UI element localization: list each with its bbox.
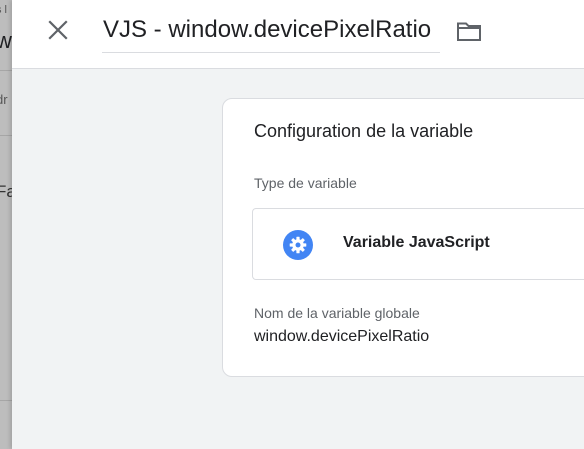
screen: s l w dr Fa VJS - window.devicePixelRati…: [0, 0, 584, 449]
variable-configuration-card: Configuration de la variable Type de var…: [222, 98, 584, 377]
global-variable-label: Nom de la variable globale: [254, 305, 420, 321]
card-title: Configuration de la variable: [254, 121, 474, 141]
panel-header: VJS - window.devicePixelRatio: [12, 0, 584, 69]
background-text: Fa: [0, 182, 12, 201]
variable-name-input[interactable]: VJS - window.devicePixelRatio: [102, 10, 440, 50]
background-text: s l: [0, 4, 7, 16]
folder-button[interactable]: [454, 16, 484, 46]
variable-type-selector[interactable]: Variable JavaScript: [252, 208, 584, 280]
variable-type-label: Type de variable: [254, 175, 357, 191]
close-button[interactable]: [42, 14, 74, 46]
folder-icon: [457, 22, 481, 41]
background-divider: [0, 70, 12, 71]
background-page: s l w dr Fa: [0, 0, 12, 449]
background-text: dr: [0, 92, 8, 107]
background-text: w: [0, 28, 12, 53]
close-icon: [48, 20, 68, 40]
gear-icon: [283, 230, 313, 260]
global-variable-value: window.devicePixelRatio: [254, 328, 430, 345]
background-divider: [0, 400, 12, 401]
variable-name-field[interactable]: VJS - window.devicePixelRatio: [102, 10, 440, 53]
background-divider: [0, 135, 12, 136]
variable-editor-panel: VJS - window.devicePixelRatio Configurat…: [12, 0, 584, 449]
variable-type-name: Variable JavaScript: [343, 234, 490, 251]
